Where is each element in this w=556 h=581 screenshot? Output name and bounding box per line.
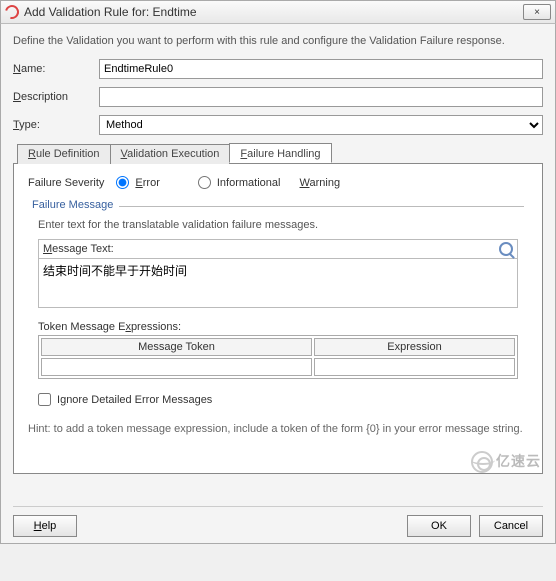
tab-panel-failure-handling: Failure Severity Error Informational War… xyxy=(13,164,543,474)
ok-button[interactable]: OK xyxy=(407,515,471,537)
app-logo-icon xyxy=(2,2,21,21)
tab-rule-definition[interactable]: Rule Definition xyxy=(17,144,111,164)
watermark: 亿速云 xyxy=(471,451,541,473)
type-select[interactable]: Method xyxy=(99,115,543,135)
ignore-detailed-checkbox[interactable] xyxy=(38,393,51,406)
help-button[interactable]: Help xyxy=(13,515,77,537)
radio-warning-label: Informational Warning xyxy=(217,177,356,189)
token-hint-text: Hint: to add a token message expression,… xyxy=(28,422,528,437)
tab-validation-execution[interactable]: Validation Execution xyxy=(110,144,231,164)
message-text-label: Message Text: xyxy=(43,243,114,255)
severity-label: Failure Severity xyxy=(28,177,104,189)
close-button[interactable]: × xyxy=(523,4,551,20)
token-expressions-label: Token Message Expressions: xyxy=(38,321,518,333)
titlebar: Add Validation Rule for: Endtime × xyxy=(0,0,556,24)
name-label: Name: xyxy=(13,63,91,75)
column-message-token: Message Token xyxy=(41,338,312,356)
tab-failure-handling[interactable]: Failure Handling xyxy=(229,143,331,163)
failure-message-heading: Failure Message xyxy=(32,199,113,211)
type-label: Type: xyxy=(13,119,91,131)
radio-warning[interactable] xyxy=(198,176,211,189)
tabs-container: Rule Definition Validation Execution Fai… xyxy=(13,143,543,474)
dialog-title: Add Validation Rule for: Endtime xyxy=(24,5,197,19)
description-input[interactable] xyxy=(99,87,543,107)
ignore-detailed-label: Ignore Detailed Error Messages xyxy=(57,394,212,406)
close-icon: × xyxy=(534,7,540,18)
dialog-body: Define the Validation you want to perfor… xyxy=(0,24,556,544)
intro-text: Define the Validation you want to perfor… xyxy=(13,34,543,49)
enter-text-hint: Enter text for the translatable validati… xyxy=(38,219,518,231)
token-table[interactable]: Message Token Expression xyxy=(38,335,518,379)
description-label: Description xyxy=(13,91,91,103)
watermark-icon xyxy=(471,451,493,473)
radio-error-label: Error xyxy=(135,177,175,189)
cancel-button[interactable]: Cancel xyxy=(479,515,543,537)
name-input[interactable] xyxy=(99,59,543,79)
radio-error[interactable] xyxy=(116,176,129,189)
footer: Help OK Cancel xyxy=(13,506,543,537)
message-textarea[interactable] xyxy=(38,258,518,308)
column-expression: Expression xyxy=(314,338,515,356)
search-icon[interactable] xyxy=(499,242,513,256)
